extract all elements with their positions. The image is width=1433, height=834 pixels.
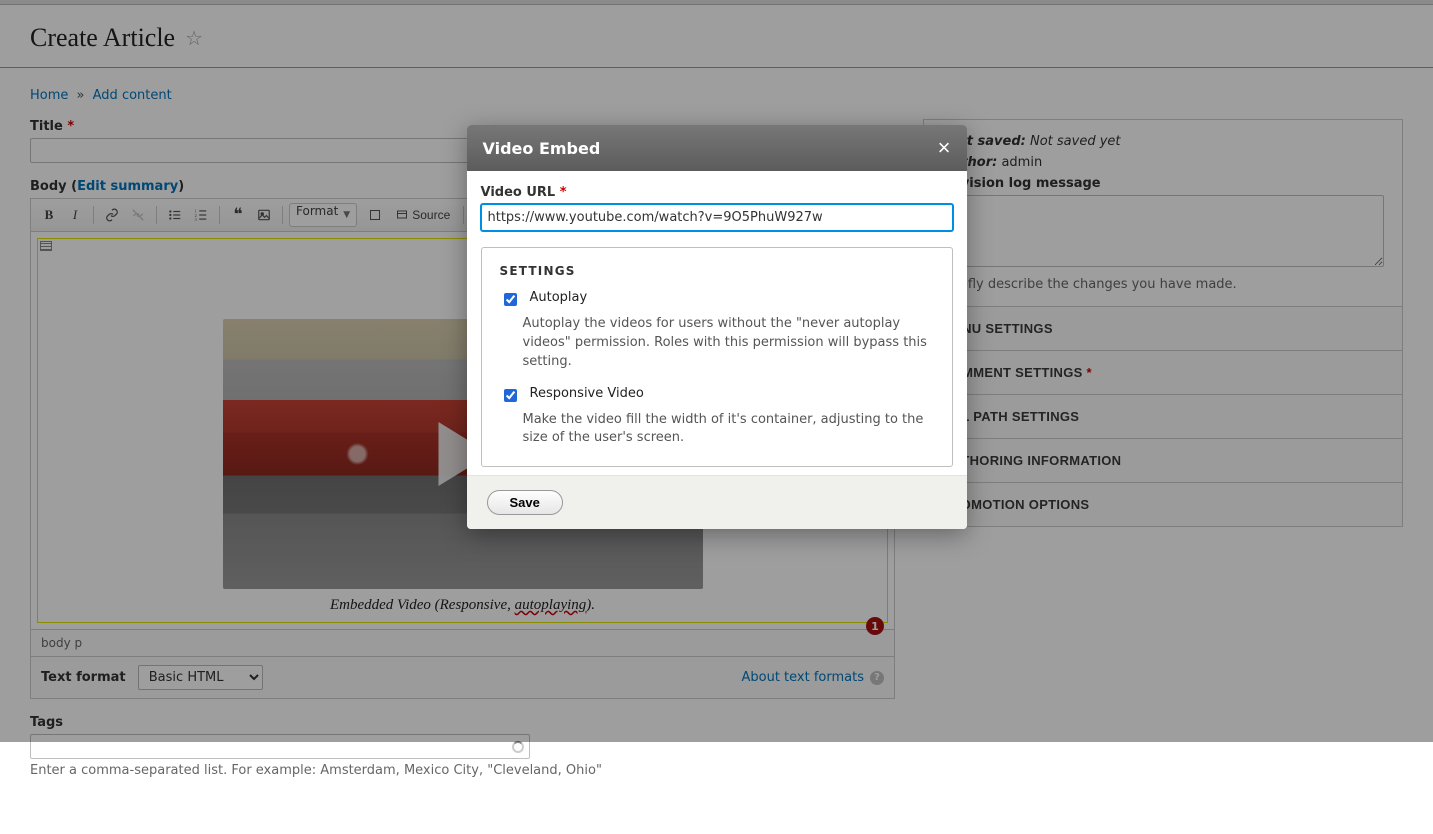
modal-overlay[interactable]: Video Embed × Video URL * Settings Autop… xyxy=(0,0,1433,742)
dialog-actions: Save xyxy=(467,475,967,529)
close-icon[interactable]: × xyxy=(938,137,951,159)
settings-legend: Settings xyxy=(500,264,934,278)
autoplay-label[interactable]: Autoplay xyxy=(530,290,588,305)
video-url-input[interactable] xyxy=(481,204,953,231)
settings-fieldset: Settings Autoplay Autoplay the videos fo… xyxy=(481,247,953,467)
responsive-checkbox[interactable] xyxy=(504,389,517,402)
dialog-titlebar[interactable]: Video Embed × xyxy=(467,125,967,171)
loading-spinner-icon xyxy=(512,741,524,753)
responsive-label[interactable]: Responsive Video xyxy=(530,386,644,401)
autoplay-checkbox[interactable] xyxy=(504,293,517,306)
responsive-helptext: Make the video fill the width of it's co… xyxy=(523,411,934,449)
save-button[interactable]: Save xyxy=(487,490,563,515)
dialog-title: Video Embed xyxy=(483,139,601,158)
video-embed-dialog: Video Embed × Video URL * Settings Autop… xyxy=(467,125,967,529)
video-url-label: Video URL * xyxy=(481,185,953,200)
autoplay-helptext: Autoplay the videos for users without th… xyxy=(523,315,934,372)
tags-helptext: Enter a comma-separated list. For exampl… xyxy=(30,763,895,778)
required-marker: * xyxy=(560,185,567,200)
